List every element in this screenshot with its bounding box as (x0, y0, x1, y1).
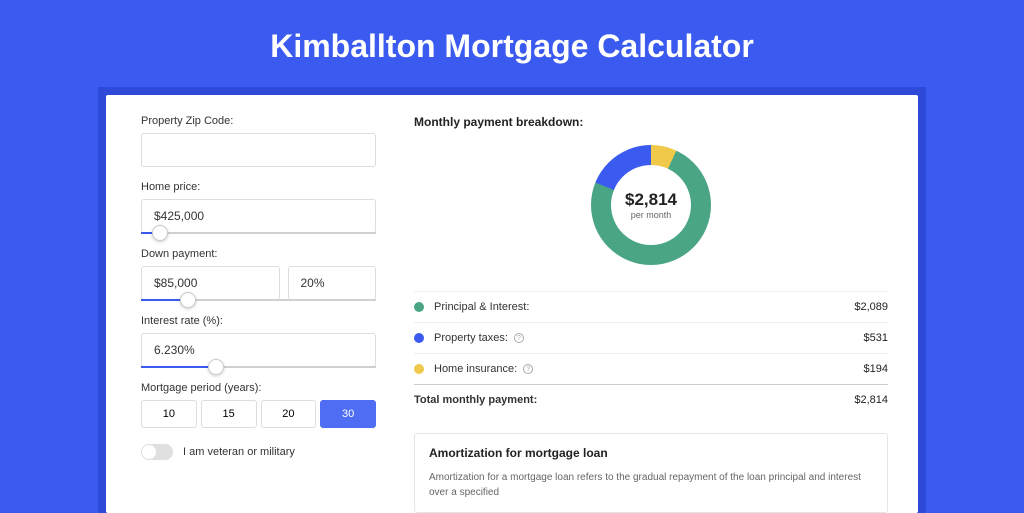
zip-label: Property Zip Code: (141, 115, 376, 127)
form-panel: Property Zip Code: Home price: Down paym… (106, 115, 396, 513)
total-label: Total monthly payment: (414, 394, 854, 406)
breakdown-title: Monthly payment breakdown: (414, 115, 888, 129)
legend-dot-green (414, 302, 424, 312)
breakdown-item-amount: $2,089 (854, 301, 888, 313)
amortization-box: Amortization for mortgage loan Amortizat… (414, 433, 888, 513)
period-option-30[interactable]: 30 (320, 400, 376, 428)
period-group: Mortgage period (years): 10152030 (141, 382, 376, 428)
breakdown-item-label: Property taxes: ? (434, 332, 864, 344)
interest-label: Interest rate (%): (141, 315, 376, 327)
breakdown-item-label: Home insurance: ? (434, 363, 864, 375)
breakdown-row: Property taxes: ?$531 (414, 322, 888, 353)
donut-ring: $2,814 per month (591, 145, 711, 265)
interest-input[interactable] (141, 333, 376, 367)
breakdown-row: Principal & Interest:$2,089 (414, 291, 888, 322)
total-amount: $2,814 (854, 394, 888, 406)
donut-center: $2,814 per month (611, 165, 691, 245)
veteran-toggle[interactable] (141, 444, 173, 460)
calculator-card: Property Zip Code: Home price: Down paym… (106, 95, 918, 513)
info-icon[interactable]: ? (523, 364, 533, 374)
home-price-input[interactable] (141, 199, 376, 233)
zip-input[interactable] (141, 133, 376, 167)
breakdown-panel: Monthly payment breakdown: $2,814 per mo… (396, 115, 918, 513)
interest-group: Interest rate (%): (141, 315, 376, 368)
breakdown-row: Home insurance: ?$194 (414, 353, 888, 384)
home-price-label: Home price: (141, 181, 376, 193)
period-options: 10152030 (141, 400, 376, 428)
amortization-text: Amortization for a mortgage loan refers … (429, 470, 873, 500)
legend-dot-yellow (414, 364, 424, 374)
breakdown-total-row: Total monthly payment: $2,814 (414, 384, 888, 415)
breakdown-item-amount: $531 (864, 332, 888, 344)
slider-thumb[interactable] (152, 225, 168, 241)
calculator-outer: Property Zip Code: Home price: Down paym… (98, 87, 926, 513)
period-option-10[interactable]: 10 (141, 400, 197, 428)
down-payment-group: Down payment: (141, 248, 376, 301)
breakdown-item-amount: $194 (864, 363, 888, 375)
breakdown-item-label: Principal & Interest: (434, 301, 854, 313)
home-price-slider[interactable] (141, 232, 376, 234)
slider-thumb[interactable] (180, 292, 196, 308)
legend-dot-blue (414, 333, 424, 343)
page-title: Kimballton Mortgage Calculator (0, 0, 1024, 87)
period-label: Mortgage period (years): (141, 382, 376, 394)
period-option-15[interactable]: 15 (201, 400, 257, 428)
down-payment-label: Down payment: (141, 248, 376, 260)
zip-field-group: Property Zip Code: (141, 115, 376, 167)
slider-thumb[interactable] (208, 359, 224, 375)
veteran-toggle-row: I am veteran or military (141, 444, 376, 460)
down-payment-slider[interactable] (141, 299, 376, 301)
donut-value: $2,814 (625, 190, 677, 210)
veteran-label: I am veteran or military (183, 446, 295, 458)
amortization-title: Amortization for mortgage loan (429, 446, 873, 460)
donut-sub: per month (631, 210, 672, 220)
info-icon[interactable]: ? (514, 333, 524, 343)
down-payment-pct-input[interactable] (288, 266, 377, 300)
donut-chart: $2,814 per month (414, 139, 888, 283)
interest-slider[interactable] (141, 366, 376, 368)
period-option-20[interactable]: 20 (261, 400, 317, 428)
home-price-group: Home price: (141, 181, 376, 234)
down-payment-input[interactable] (141, 266, 280, 300)
breakdown-list: Principal & Interest:$2,089Property taxe… (414, 291, 888, 384)
